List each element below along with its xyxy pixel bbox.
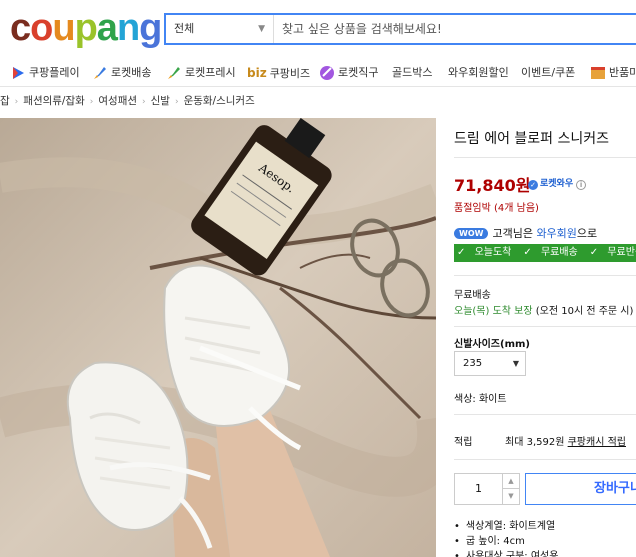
nav-item-wow-discount[interactable]: 와우회원할인 [448,62,509,84]
quantity-stepper: 1 ▲ ▼ [454,473,520,505]
wow-member-line: WOW 고객님은 와우회원으로 [454,225,597,241]
chevron-right-icon: › [89,97,94,107]
chevron-down-icon: ▼ [258,24,265,34]
nav-item-rocket-global[interactable]: 로켓직구 [319,62,378,84]
breadcrumb-item[interactable]: 패션의류/잡화 [23,95,85,107]
rocket-fresh-icon [166,65,182,81]
wow-badge: WOW [454,228,489,239]
add-to-cart-button[interactable]: 장바구니 [525,473,636,505]
check-icon: ✓ [589,247,602,258]
product-image[interactable]: Aesop. [0,118,436,557]
nav-label: 쿠팡플레이 [29,66,80,79]
breadcrumb-item[interactable]: 신발 [151,95,170,107]
check-icon: ✓ [523,247,535,258]
logo-letter: n [116,7,140,49]
nav-label: 와우회원할인 [448,66,509,79]
points-label: 적립 [454,437,473,448]
category-nav: 쿠팡플레이 로켓배송 로켓프레시 biz 쿠팡비즈 로켓직구 골드박스 와우회원할… [0,62,636,84]
chevron-right-icon: › [174,97,179,107]
logo-letter: o [30,7,53,49]
attribute-item: 굽 높이: 4cm [454,534,558,549]
attribute-item: 사용대상 구분: 여성용 [454,549,559,557]
divider [454,326,636,327]
breadcrumb-item[interactable]: 잡 [0,95,10,107]
nav-label: 쿠팡비즈 [269,67,311,80]
rocket-global-icon [319,65,335,81]
logo-letter: a [96,7,118,49]
benefit-label: 무료반품 [607,247,636,258]
product-price: 71,840원 [454,176,531,195]
wow-text: 고객님은 [492,227,533,240]
benefit-item: ✓ 무료배송 [523,247,583,258]
nav-label: 이벤트/쿠폰 [521,66,576,79]
chevron-down-icon: ▼ [512,359,519,368]
divider [454,459,636,460]
nav-label: 로켓프레시 [185,66,236,79]
chevron-right-icon: › [142,97,146,107]
nav-item-rocket-fresh[interactable]: 로켓프레시 [166,62,236,84]
rocket-icon [92,65,108,81]
decrement-button[interactable]: ▼ [503,489,519,504]
nav-label: 골드박스 [392,66,433,79]
color-option: 색상: 화이트 [454,394,507,405]
divider [454,275,636,276]
nav-item-return-market[interactable]: 반품마 [590,62,636,84]
logo-letter: c [10,7,31,49]
search-bar: 전체 ▼ 찾고 싶은 상품을 검색해보세요! [164,13,636,45]
play-icon [10,65,26,81]
nav-label: 로켓배송 [111,66,152,79]
benefit-label: 오늘도착 [474,247,512,258]
shipping-label: 무료배송 [454,290,491,301]
stock-status: 품절임박 (4개 남음) [454,203,539,214]
nav-item-coupang-biz[interactable]: biz 쿠팡비즈 [247,62,310,84]
logo-letter: p [74,7,98,49]
nav-label: 반품마 [609,66,636,79]
nav-item-coupang-play[interactable]: 쿠팡플레이 [10,62,80,84]
increment-button[interactable]: ▲ [503,474,519,489]
coupang-cash-link[interactable]: 쿠팡캐시 적립 [568,437,626,448]
divider [0,86,636,87]
delivery-note: (오전 10시 전 주문 시) [535,306,634,317]
benefit-item: ✓ 오늘도착 [457,247,517,258]
benefits-bar: ✓ 오늘도착✓ 무료배송✓ 무료반품 [454,244,636,262]
size-value: 235 [463,358,483,369]
wow-suffix: 으로 [576,227,598,240]
rocket-wow-badge: ✓ 로켓와우 i [528,176,587,190]
biz-icon: biz [247,66,267,80]
rocket-wow-label: 로켓와우 [540,179,574,189]
chevron-right-icon: › [14,97,19,107]
divider [454,414,636,415]
search-category-select[interactable]: 전체 ▼ [166,15,274,43]
product-attributes: 색상계열: 화이트계열 굽 높이: 4cm 사용대상 구분: 여성용 [454,519,559,557]
check-icon: ✓ [457,247,469,258]
nav-item-events-coupons[interactable]: 이벤트/쿠폰 [521,62,575,84]
nav-label: 로켓직구 [338,66,379,79]
search-category-value: 전체 [174,22,195,35]
divider [454,157,636,158]
logo-letter: u [52,7,75,49]
benefit-label: 무료배송 [540,247,578,258]
breadcrumb: 잡 › 패션의류/잡화 › 여성패션 › 신발 › 운동화/스니커즈 [0,92,255,110]
delivery-guarantee: 오늘(목) 도착 보장 [454,306,533,317]
breadcrumb-item[interactable]: 여성패션 [98,95,137,107]
nav-item-goldbox[interactable]: 골드박스 [392,62,432,84]
info-icon[interactable]: i [576,180,587,190]
wow-member-link[interactable]: 와우회원 [536,227,576,240]
shipping-detail: 오늘(목) 도착 보장 (오전 10시 전 주문 시) [454,302,633,317]
rocket-icon: ✓ [528,180,538,190]
points-amount: 최대 3,592원 [505,437,565,448]
attribute-item: 색상계열: 화이트계열 [454,519,558,534]
size-label: 신발사이즈(mm) [454,339,530,350]
search-input[interactable]: 찾고 싶은 상품을 검색해보세요! [282,15,636,43]
nav-item-rocket-delivery[interactable]: 로켓배송 [92,62,151,84]
points-value: 최대 3,592원 쿠팡캐시 적립 [505,433,626,448]
product-title: 드림 에어 블로퍼 스니커즈 [454,131,610,147]
logo-letter: g [139,7,162,49]
size-select[interactable]: 235 ▼ [454,351,526,376]
coupang-logo[interactable]: coupang [10,4,162,52]
return-market-icon [590,65,606,81]
benefit-item: ✓ 무료반품 [590,247,636,258]
quantity-input[interactable]: 1 [455,474,503,504]
breadcrumb-item[interactable]: 운동화/스니커즈 [184,95,255,107]
